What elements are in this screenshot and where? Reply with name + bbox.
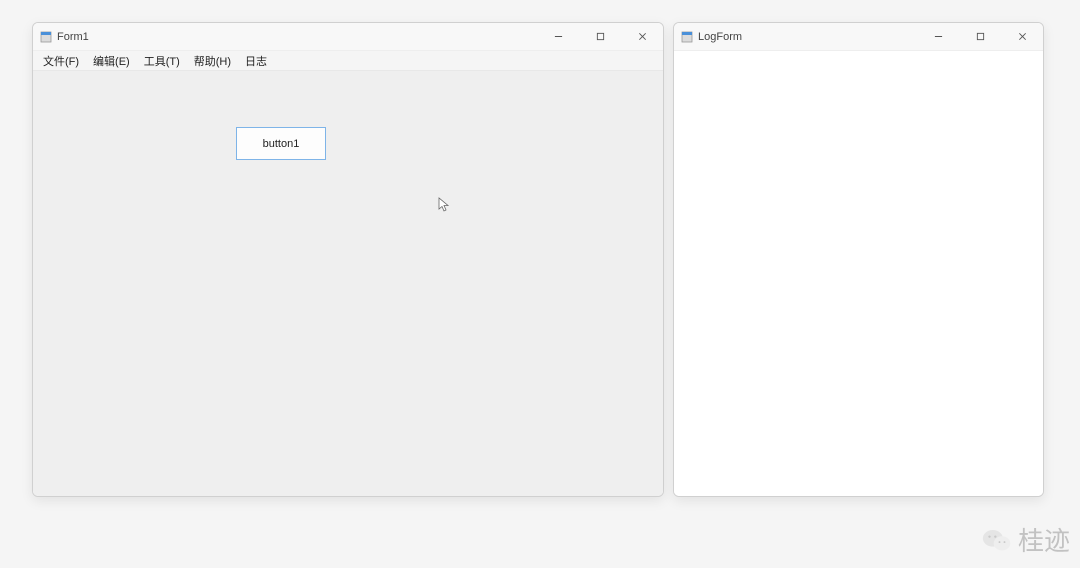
minimize-button[interactable]	[917, 23, 959, 50]
logform-client-area	[674, 51, 1043, 496]
menu-edit[interactable]: 编辑(E)	[87, 52, 136, 70]
logform-window: LogForm	[673, 22, 1044, 497]
maximize-button[interactable]	[579, 23, 621, 50]
app-icon	[680, 30, 694, 44]
form1-menubar: 文件(F) 编辑(E) 工具(T) 帮助(H) 日志	[33, 51, 663, 71]
form1-title: Form1	[57, 31, 89, 43]
button1[interactable]: button1	[236, 127, 326, 160]
logform-titlebar[interactable]: LogForm	[674, 23, 1043, 51]
menu-file[interactable]: 文件(F)	[37, 52, 85, 70]
menu-log[interactable]: 日志	[239, 52, 273, 70]
window-controls	[537, 23, 663, 50]
menu-tools[interactable]: 工具(T)	[138, 52, 186, 70]
app-icon	[39, 30, 53, 44]
close-button[interactable]	[1001, 23, 1043, 50]
wechat-icon	[982, 525, 1012, 555]
mouse-cursor-icon	[438, 197, 450, 216]
close-button[interactable]	[621, 23, 663, 50]
form1-client-area: button1	[33, 71, 663, 496]
window-controls	[917, 23, 1043, 50]
watermark: 桂迹	[982, 521, 1070, 558]
logform-title: LogForm	[698, 31, 742, 43]
watermark-text: 桂迹	[1018, 521, 1070, 558]
form1-titlebar[interactable]: Form1	[33, 23, 663, 51]
menu-help[interactable]: 帮助(H)	[188, 52, 237, 70]
form1-window: Form1 文件(F) 编辑(E) 工具(T) 帮助(H) 日志 button1	[32, 22, 664, 497]
minimize-button[interactable]	[537, 23, 579, 50]
maximize-button[interactable]	[959, 23, 1001, 50]
